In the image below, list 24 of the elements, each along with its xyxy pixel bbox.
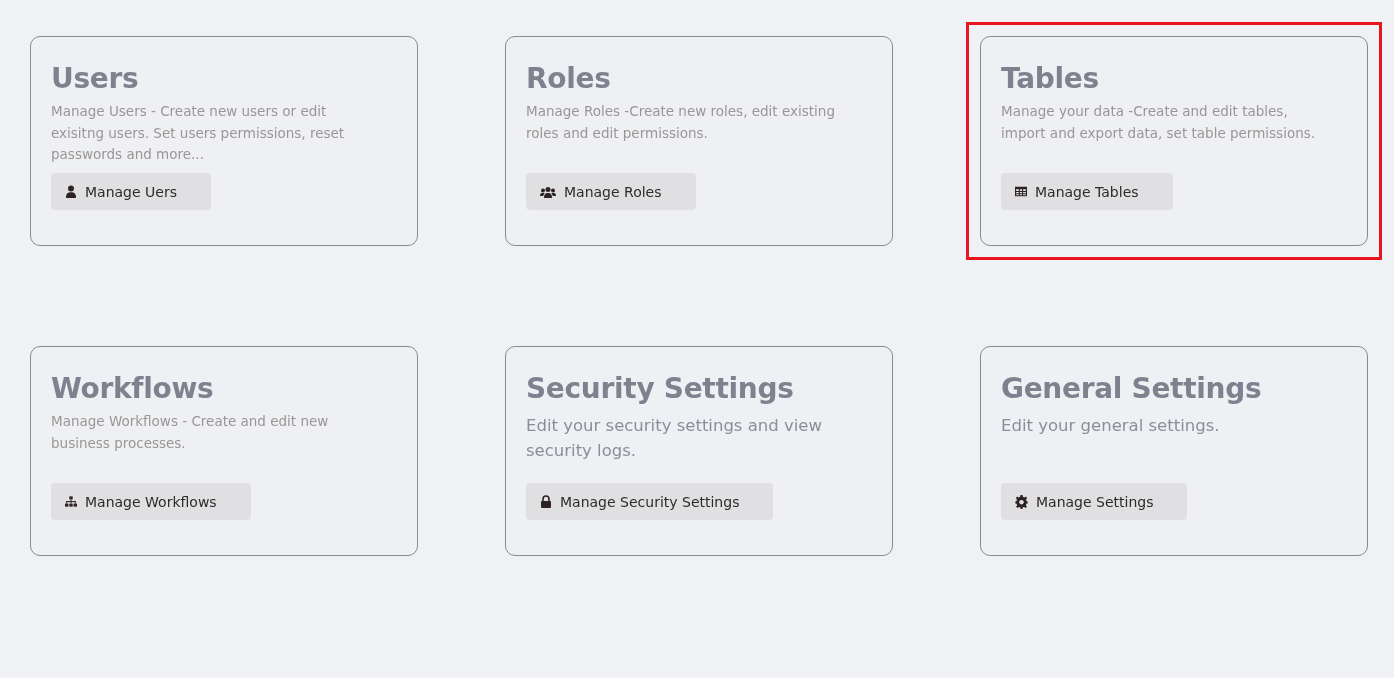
gear-icon — [1015, 494, 1028, 509]
manage-button[interactable]: Manage Security Settings — [526, 483, 774, 520]
card-description: Manage Workflows - Create and edit new business processes. — [51, 412, 330, 453]
group-icon — [540, 185, 556, 198]
manage-button[interactable]: Manage Uers — [51, 173, 211, 210]
card-title: General Settings — [1001, 371, 1263, 407]
person-icon — [65, 185, 77, 198]
manage-button[interactable]: Manage Workflows — [51, 483, 251, 520]
card-description: Manage your data -Create and edit tables, import and export data, set table permissions. — [1001, 102, 1317, 143]
table-icon — [1015, 185, 1027, 198]
card-title: Roles — [526, 61, 612, 97]
card-description: Manage Users - Create new users or edit exisitng users. Set users permissions, reset passwords and more... — [51, 102, 346, 164]
card-description: Manage Roles -Create new roles, edit existing roles and edit permissions. — [526, 102, 836, 143]
card-title: Security Settings — [526, 371, 795, 407]
card-title: Workflows — [51, 371, 215, 407]
manage-button[interactable]: Manage Tables — [1001, 173, 1173, 210]
card-title: Tables — [1001, 61, 1100, 97]
manage-button[interactable]: Manage Roles — [526, 173, 696, 210]
lock-icon — [540, 495, 552, 508]
card-title: Users — [51, 61, 140, 97]
card-description: Edit your general settings. — [1001, 415, 1221, 437]
card-description: Edit your security settings and view security logs. — [526, 415, 823, 462]
hierarchy-icon — [65, 495, 77, 508]
manage-button[interactable]: Manage Settings — [1001, 483, 1188, 520]
